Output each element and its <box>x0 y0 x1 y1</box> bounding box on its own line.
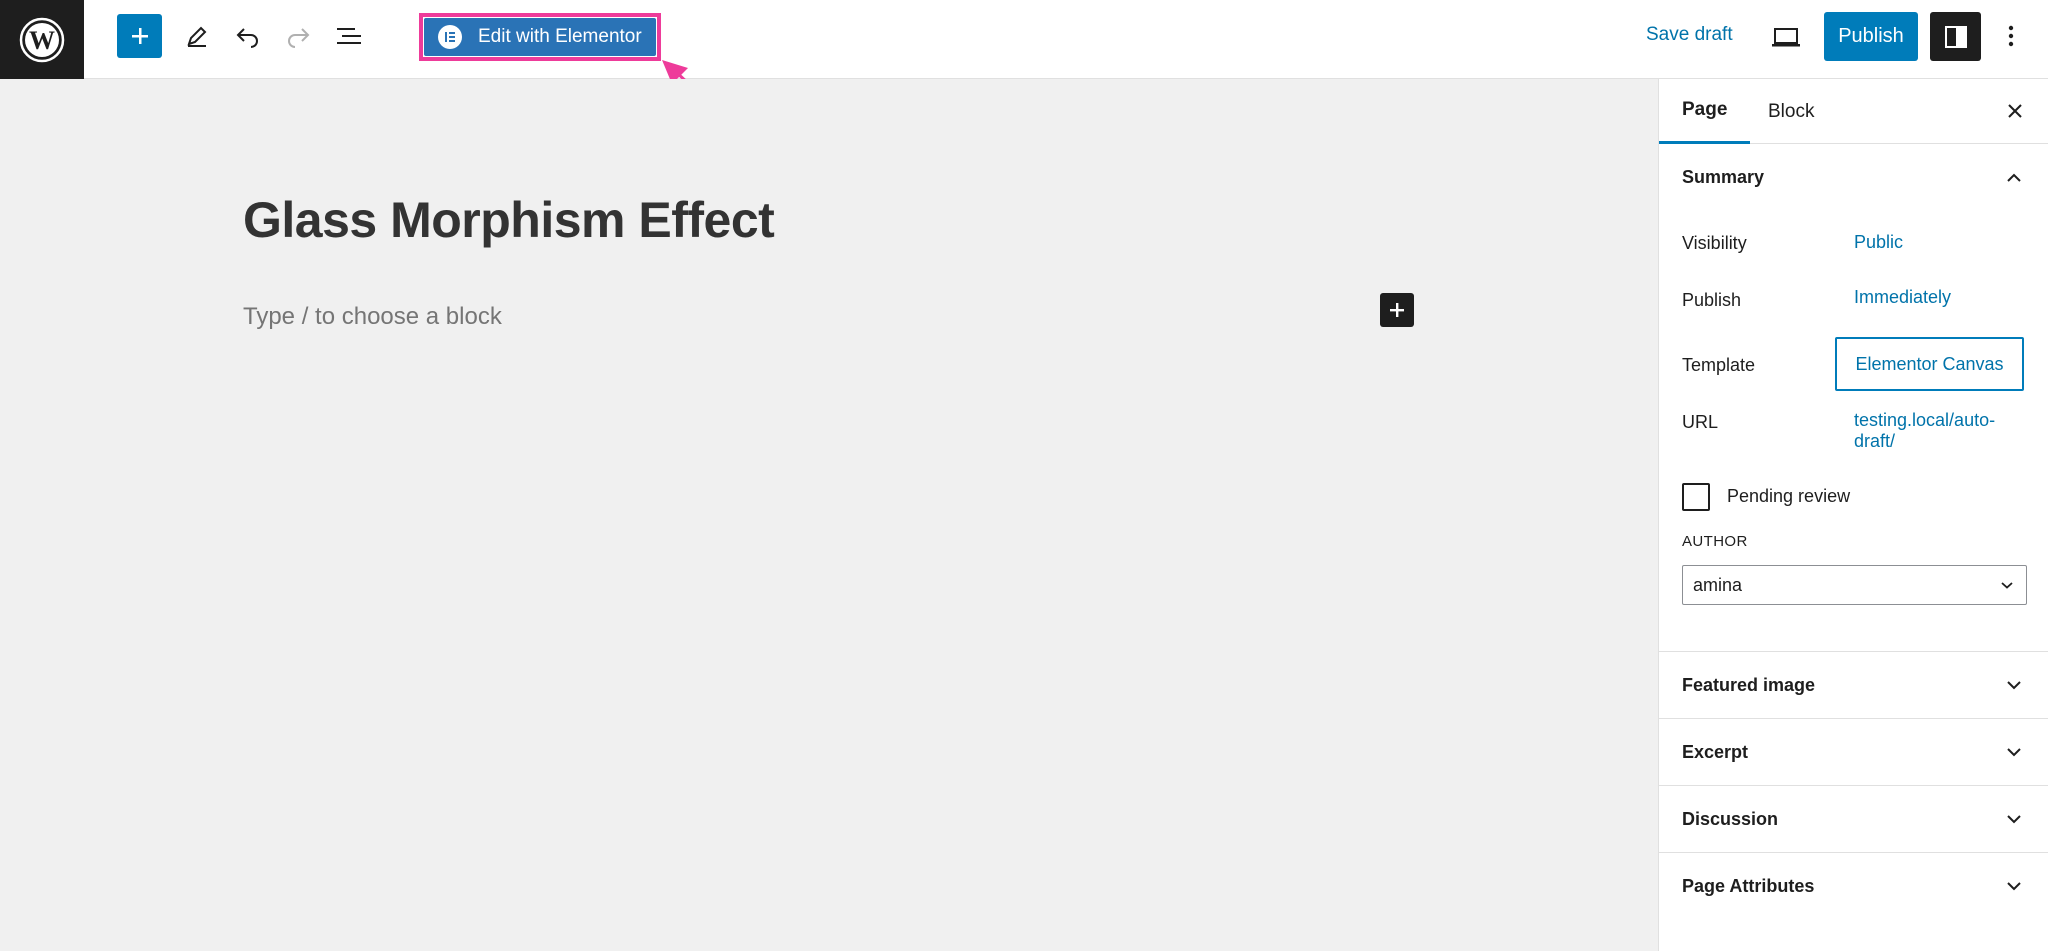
chevron-down-icon <box>1998 576 2016 594</box>
undo-icon <box>236 28 258 48</box>
more-options-icon <box>2008 25 2014 47</box>
elementor-icon <box>438 25 462 49</box>
featured-image-heading: Featured image <box>1682 674 1816 695</box>
page-attributes-panel[interactable]: Page Attributes <box>1659 852 2048 919</box>
chevron-down-icon <box>2005 877 2023 895</box>
settings-sidebar: Page Block Summary Visibility Public Pub… <box>1658 79 2048 951</box>
editor-header: W Edit with Elementor Save draft Publish <box>0 0 2048 79</box>
more-options-button[interactable] <box>1996 18 2026 54</box>
wordpress-logo-icon: W <box>19 17 65 62</box>
list-view-button[interactable] <box>331 18 367 54</box>
svg-text:W: W <box>29 26 55 55</box>
excerpt-panel[interactable]: Excerpt <box>1659 718 2048 785</box>
visibility-label: Visibility <box>1682 233 1747 253</box>
editor-canvas: Glass Morphism Effect Type / to choose a… <box>0 79 1658 951</box>
sidebar-tabs: Page Block <box>1659 79 2048 144</box>
url-value[interactable]: testing.local/auto- draft/ <box>1854 410 1995 452</box>
tools-button[interactable] <box>179 18 215 54</box>
featured-image-panel[interactable]: Featured image <box>1659 651 2048 718</box>
redo-icon <box>288 28 310 48</box>
chevron-up-icon <box>2005 168 2023 186</box>
publish-button[interactable]: Publish <box>1824 12 1918 61</box>
post-title[interactable]: Glass Morphism Effect <box>243 191 775 249</box>
block-placeholder[interactable]: Type / to choose a block <box>243 303 502 331</box>
publish-label: Publish <box>1682 290 1742 310</box>
author-selected-value: amina <box>1693 574 1743 595</box>
summary-heading: Summary <box>1682 166 1765 187</box>
plus-icon <box>131 28 148 44</box>
add-block-button[interactable] <box>117 14 162 58</box>
undo-button[interactable] <box>230 18 266 54</box>
preview-button[interactable] <box>1768 20 1804 56</box>
template-label: Template <box>1682 355 1756 375</box>
save-draft-button[interactable]: Save draft <box>1646 24 1733 46</box>
excerpt-heading: Excerpt <box>1682 741 1749 762</box>
tab-page[interactable]: Page <box>1659 79 1751 144</box>
publish-date-value[interactable]: Immediately <box>1854 287 1951 308</box>
chevron-down-icon <box>2005 676 2023 694</box>
visibility-value[interactable]: Public <box>1854 232 1903 253</box>
close-sidebar-button[interactable] <box>1999 95 2031 127</box>
pencil-icon <box>187 26 207 47</box>
summary-panel-toggle[interactable]: Summary <box>1659 144 2048 210</box>
discussion-panel[interactable]: Discussion <box>1659 785 2048 852</box>
sidebar-settings-icon <box>1944 25 1967 48</box>
edit-with-elementor-button[interactable]: Edit with Elementor <box>424 18 656 56</box>
list-view-icon <box>337 28 361 44</box>
settings-toggle-button[interactable] <box>1930 12 1981 61</box>
url-label: URL <box>1682 412 1719 432</box>
url-value-line-2: draft/ <box>1854 431 1896 451</box>
author-select[interactable]: amina <box>1682 565 2027 605</box>
redo-button[interactable] <box>280 18 316 54</box>
author-label: AUTHOR <box>1682 533 1748 550</box>
desktop-preview-icon <box>1772 28 1800 47</box>
discussion-heading: Discussion <box>1682 808 1779 829</box>
wordpress-logo-button[interactable]: W <box>0 0 84 79</box>
tab-block[interactable]: Block <box>1745 79 1837 144</box>
close-icon <box>2008 104 2022 118</box>
plus-icon <box>1390 303 1404 317</box>
chevron-down-icon <box>2005 743 2023 761</box>
block-inserter-button[interactable] <box>1380 293 1414 327</box>
chevron-down-icon <box>2005 810 2023 828</box>
template-select-button[interactable]: Elementor Canvas <box>1835 337 2024 391</box>
pending-review-checkbox[interactable] <box>1682 483 1710 511</box>
pending-review-label[interactable]: Pending review <box>1727 486 1850 507</box>
page-attributes-heading: Page Attributes <box>1682 875 1815 896</box>
edit-with-elementor-label: Edit with Elementor <box>478 26 642 47</box>
url-value-line-1: testing.local/auto- <box>1854 410 1996 430</box>
